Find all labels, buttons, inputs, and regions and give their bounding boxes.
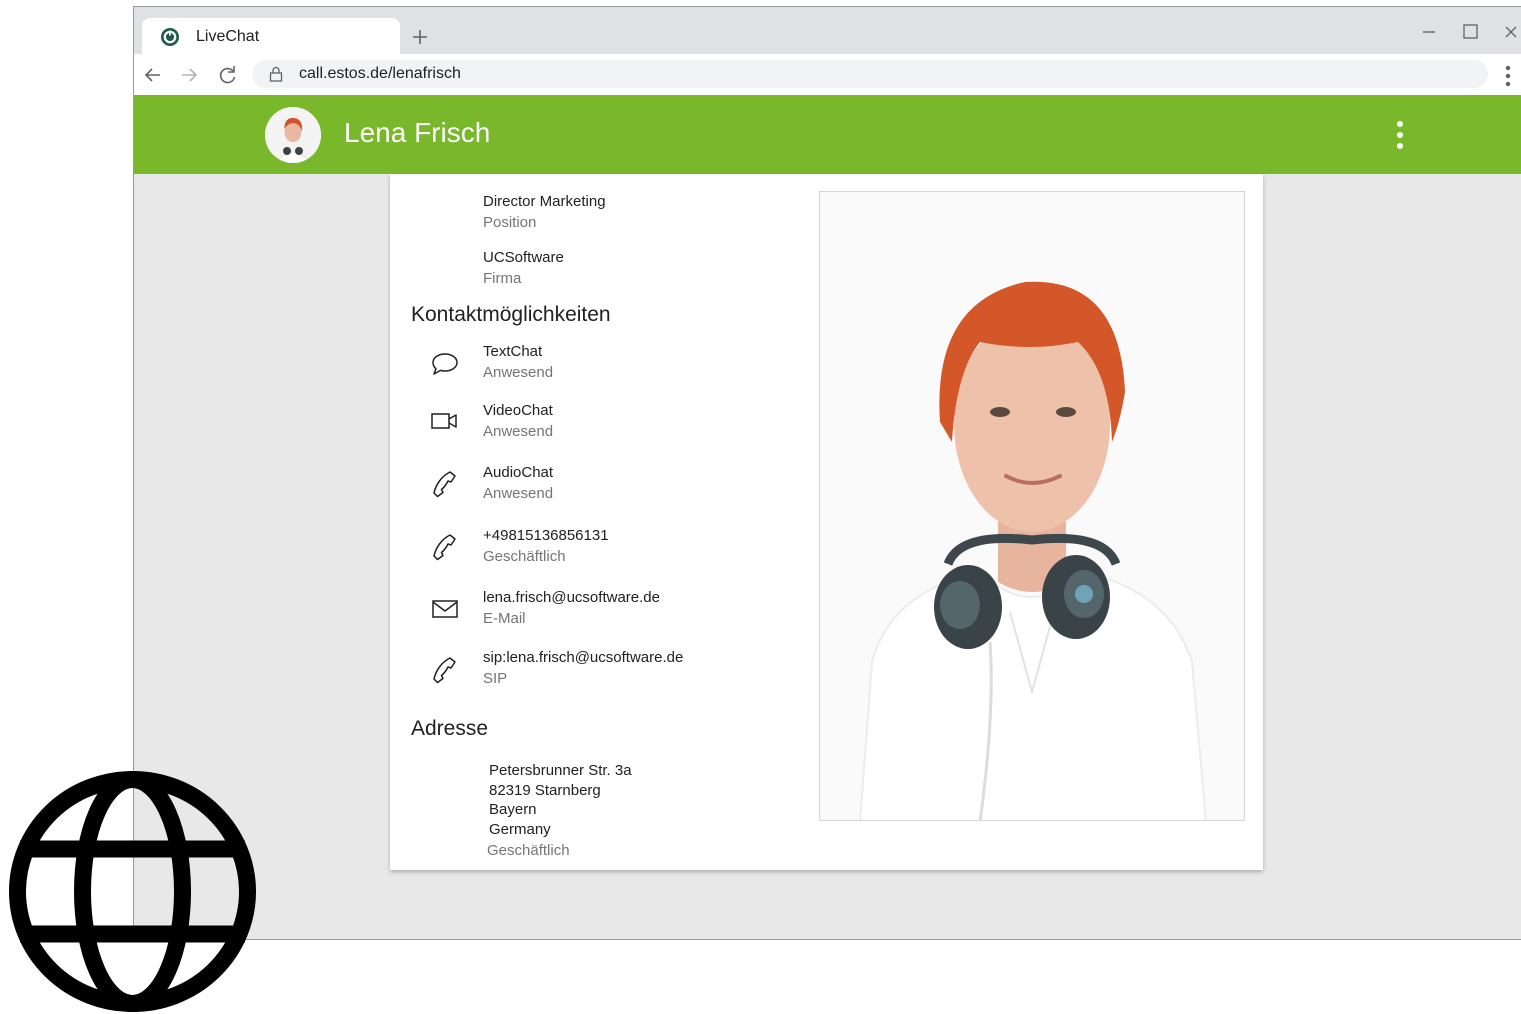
portrait-photo-icon — [820, 192, 1244, 820]
arrow-left-icon — [144, 68, 160, 82]
url-text: call.estos.de/lenafrisch — [299, 65, 461, 82]
browser-menu-icon[interactable] — [1504, 64, 1512, 88]
avatar[interactable] — [265, 107, 321, 163]
more-options-icon[interactable] — [1396, 119, 1404, 151]
contact-item-value: VideoChat — [483, 402, 553, 419]
company-value: UCSoftware — [483, 249, 564, 266]
phone-icon — [430, 532, 460, 562]
company-field: UCSoftware Firma — [483, 247, 564, 289]
reload-icon — [219, 66, 236, 84]
contact-card: Director Marketing Position UCSoftware F… — [390, 174, 1263, 870]
contact-item-label: E-Mail — [483, 610, 526, 627]
livechat-logo-icon — [161, 28, 179, 46]
lock-icon — [269, 66, 283, 82]
contact-item-label: SIP — [483, 670, 508, 687]
address-line: 82319 Starnberg — [489, 781, 601, 799]
contact-item-value: lena.frisch@ucsoftware.de — [483, 589, 660, 606]
address-line: Petersbrunner Str. 3a — [489, 762, 632, 779]
address-line: Bayern — [489, 801, 537, 818]
arrow-right-icon — [182, 68, 198, 82]
plus-icon — [413, 30, 427, 44]
maximize-button[interactable] — [1455, 19, 1485, 45]
address-bar[interactable]: call.estos.de/lenafrisch — [252, 60, 1488, 88]
back-button[interactable] — [139, 61, 167, 89]
avatar-portrait-icon — [265, 107, 321, 163]
chat-bubble-icon — [430, 348, 460, 378]
position-field: Director Marketing Position — [483, 191, 606, 233]
contact-item-value: sip:lena.frisch@ucsoftware.de — [483, 649, 684, 666]
maximize-icon — [1463, 24, 1478, 39]
contact-item-value: AudioChat — [483, 464, 554, 481]
address-heading: Adresse — [411, 717, 489, 740]
new-tab-button[interactable] — [406, 23, 434, 51]
company-label: Firma — [483, 270, 522, 287]
phone-icon — [430, 469, 460, 499]
tab-livechat[interactable]: LiveChat — [142, 18, 400, 54]
tab-strip: LiveChat — [134, 7, 1521, 54]
contact-item-label: Anwesend — [483, 423, 554, 440]
position-value: Director Marketing — [483, 193, 606, 210]
envelope-icon — [430, 594, 460, 624]
contact-item-value: TextChat — [483, 343, 543, 360]
video-camera-icon — [430, 406, 460, 436]
contact-item-label: Geschäftlich — [483, 548, 566, 565]
contact-options-heading: Kontaktmöglichkeiten — [411, 303, 611, 326]
app-header: Lena Frisch — [134, 95, 1521, 174]
browser-window: LiveChat call.estos.de/lenafrisch Lena F… — [133, 6, 1521, 940]
contact-photo — [819, 191, 1245, 821]
contact-item-label: Anwesend — [483, 364, 554, 381]
phone-icon — [430, 655, 460, 685]
address-label: Geschäftlich — [487, 842, 570, 859]
reload-button[interactable] — [213, 61, 241, 89]
address-line: Germany — [489, 820, 551, 838]
position-label: Position — [483, 214, 537, 231]
contact-item-label: Anwesend — [483, 485, 554, 502]
tab-title: LiveChat — [196, 28, 260, 45]
address-block: Petersbrunner Str. 3a 82319 Starnberg Ba… — [489, 761, 632, 839]
contact-item-phone[interactable]: +49815136856131 Geschäftlich — [483, 525, 609, 567]
contact-item-textchat[interactable]: TextChat Anwesend — [483, 341, 553, 383]
contact-item-audiochat[interactable]: AudioChat Anwesend — [483, 462, 553, 504]
contact-item-sip[interactable]: sip:lena.frisch@ucsoftware.de SIP — [483, 647, 683, 689]
minimize-icon — [1423, 31, 1435, 33]
contact-item-videochat[interactable]: VideoChat Anwesend — [483, 400, 553, 442]
forward-button[interactable] — [175, 61, 203, 89]
minimize-button[interactable] — [1414, 19, 1444, 45]
contact-name: Lena Frisch — [344, 117, 491, 148]
browser-toolbar: call.estos.de/lenafrisch — [134, 54, 1521, 95]
contact-item-value: +49815136856131 — [483, 527, 609, 544]
globe-icon — [9, 771, 256, 1012]
close-window-button[interactable] — [1495, 19, 1521, 45]
contact-item-email[interactable]: lena.frisch@ucsoftware.de E-Mail — [483, 587, 660, 629]
close-icon — [1505, 26, 1517, 38]
